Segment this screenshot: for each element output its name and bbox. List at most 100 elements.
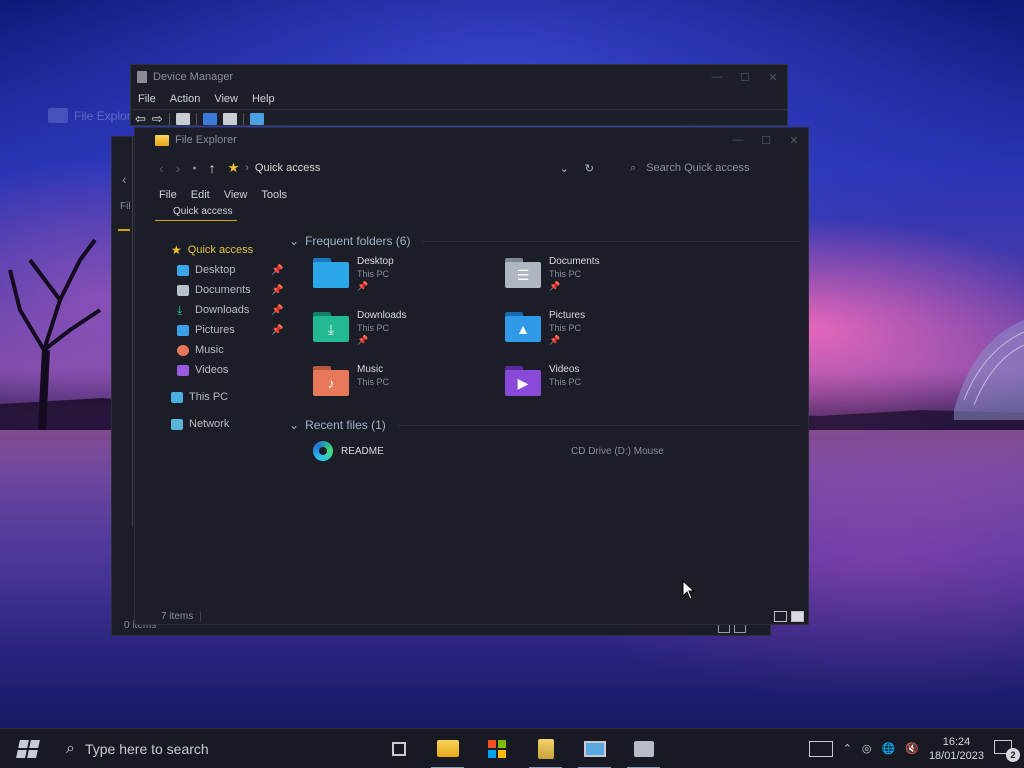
folder-tile-downloads[interactable]: ⤓ Downloads This PC 📌: [313, 306, 505, 360]
chevron-left-icon[interactable]: ‹: [122, 171, 127, 187]
maximize-button[interactable]: ☐: [752, 134, 780, 147]
refresh-icon[interactable]: ↻: [585, 162, 594, 175]
sidebar-item-network[interactable]: Network: [135, 414, 285, 434]
properties-icon[interactable]: [175, 112, 190, 125]
show-hidden-icons-icon[interactable]: ⌃: [843, 742, 852, 755]
sidebar-item-this-pc[interactable]: This PC: [135, 387, 285, 407]
menu-view[interactable]: View: [224, 189, 248, 201]
close-button[interactable]: ✕: [759, 71, 787, 84]
section-divider: [397, 424, 800, 426]
start-button[interactable]: [0, 729, 56, 768]
taskbar-search-input[interactable]: Type here to search: [85, 741, 209, 757]
status-divider: |: [199, 611, 202, 622]
microsoft-store-icon[interactable]: [472, 729, 521, 768]
recent-file-name: README: [341, 445, 384, 457]
device-manager-window[interactable]: Device Manager — ☐ ✕ File Action View He…: [130, 64, 788, 126]
folder-tile-documents[interactable]: ☰ Documents This PC 📌: [505, 252, 697, 306]
back-arrow-icon[interactable]: ⇦: [135, 111, 146, 127]
file-explorer-titlebar[interactable]: File Explorer — ☐ ✕: [135, 128, 808, 152]
device-manager-app-icon: [137, 71, 147, 83]
breadcrumb-chevron-icon: ›: [245, 162, 249, 174]
network-globe-icon[interactable]: 🌐: [882, 742, 896, 755]
task-view-icon[interactable]: [374, 729, 423, 768]
notepad-icon[interactable]: [521, 729, 570, 768]
menu-file-fragment[interactable]: Fil: [120, 201, 131, 212]
recent-file-row[interactable]: README CD Drive (D:) Mouse: [285, 436, 810, 466]
tab-quick-access[interactable]: Quick access: [173, 206, 232, 217]
recent-file-location: CD Drive (D:) Mouse: [571, 445, 664, 457]
menu-tools[interactable]: Tools: [261, 189, 287, 201]
clock-time: 16:24: [942, 735, 971, 748]
network-icon: [171, 418, 183, 430]
large-icons-view-icon[interactable]: [791, 611, 804, 622]
folder-tile-desktop[interactable]: Desktop This PC 📌: [313, 252, 505, 306]
chevron-down-icon[interactable]: ⌄: [289, 234, 299, 248]
desktop-icon: [177, 264, 189, 276]
folder-location: This PC: [549, 269, 582, 279]
chevron-down-icon[interactable]: ⌄: [560, 162, 569, 175]
folder-name: Desktop: [357, 256, 394, 267]
folder-name: Downloads: [357, 310, 407, 321]
device-list-icon[interactable]: [222, 112, 237, 125]
menu-edit[interactable]: Edit: [191, 189, 210, 201]
close-button[interactable]: ✕: [780, 134, 808, 147]
sidebar-item-music[interactable]: Music: [135, 340, 285, 360]
menu-help[interactable]: Help: [252, 93, 275, 105]
clock[interactable]: 16:24 18/01/2023: [929, 735, 984, 763]
minimize-button[interactable]: —: [724, 134, 752, 147]
desktop-folder-icon: [313, 258, 351, 292]
volume-muted-icon[interactable]: 🔇: [905, 742, 919, 755]
file-explorer-window[interactable]: File Explorer — ☐ ✕ ‹ › ● ↑ ★ › Quick ac…: [134, 127, 809, 625]
content-pane: ⌄ Frequent folders (6) Desktop This PC 📌: [285, 230, 810, 466]
remote-desktop-icon[interactable]: [570, 729, 619, 768]
breadcrumb-quick-access[interactable]: Quick access: [255, 162, 320, 174]
music-folder-icon: ♪: [313, 366, 351, 400]
up-arrow-icon[interactable]: ↑: [209, 160, 216, 176]
folder-tile-videos[interactable]: ▶ Videos This PC: [505, 360, 697, 414]
sidebar-item-documents[interactable]: Documents 📌: [135, 280, 285, 300]
forward-arrow-icon[interactable]: ⇨: [152, 111, 163, 127]
forward-arrow-icon[interactable]: ›: [176, 160, 181, 176]
address-bar[interactable]: ★ › Quick access: [228, 160, 428, 176]
search-input[interactable]: Search Quick access: [646, 162, 749, 174]
videos-icon: [177, 364, 189, 376]
device-manager-icon[interactable]: [619, 729, 668, 768]
sidebar-item-videos[interactable]: Videos: [135, 360, 285, 380]
minimize-button[interactable]: —: [703, 71, 731, 84]
meet-now-icon[interactable]: ◎: [862, 742, 872, 755]
monitor-icon[interactable]: [249, 112, 264, 125]
pictures-folder-icon: ▲: [505, 312, 543, 346]
folder-tile-pictures[interactable]: ▲ Pictures This PC 📌: [505, 306, 697, 360]
clock-date: 18/01/2023: [928, 749, 984, 762]
section-header-recent[interactable]: ⌄ Recent files (1): [285, 414, 810, 436]
menu-file[interactable]: File: [159, 189, 177, 201]
recent-locations-icon[interactable]: ●: [192, 165, 196, 172]
notification-center-button[interactable]: 2: [994, 739, 1020, 762]
folder-name: Videos: [549, 364, 580, 375]
folder-location: This PC: [357, 269, 390, 279]
taskbar-search-box[interactable]: ⌕ Type here to search: [56, 729, 374, 768]
folder-tile-music[interactable]: ♪ Music This PC: [313, 360, 505, 414]
menu-file[interactable]: File: [138, 93, 156, 105]
news-widget-icon[interactable]: [808, 740, 833, 757]
sidebar-item-desktop[interactable]: Desktop 📌: [135, 260, 285, 280]
sidebar-item-pictures[interactable]: Pictures 📌: [135, 320, 285, 340]
device-manager-titlebar[interactable]: Device Manager — ☐ ✕: [131, 65, 787, 89]
details-view-icon[interactable]: [774, 611, 787, 622]
pin-icon: 📌: [357, 281, 369, 291]
sidebar-item-quick-access[interactable]: ★ Quick access: [135, 240, 285, 260]
file-explorer-icon[interactable]: [423, 729, 472, 768]
chevron-down-icon[interactable]: ⌄: [289, 418, 299, 432]
sidebar-item-downloads[interactable]: ⤓ Downloads 📌: [135, 300, 285, 320]
folder-location: This PC: [549, 323, 582, 333]
search-icon: ⌕: [630, 161, 637, 174]
pin-icon: 📌: [271, 304, 284, 316]
menu-action[interactable]: Action: [170, 93, 201, 105]
search-box[interactable]: ⌕ Search Quick access: [630, 162, 750, 175]
back-arrow-icon[interactable]: ‹: [159, 160, 164, 176]
maximize-button[interactable]: ☐: [731, 71, 759, 84]
navigation-pane: ★ Quick access Desktop 📌 Documents 📌 ⤓ D…: [135, 240, 285, 434]
help-icon[interactable]: [202, 112, 217, 125]
menu-view[interactable]: View: [214, 93, 238, 105]
section-header-frequent[interactable]: ⌄ Frequent folders (6): [285, 230, 810, 252]
